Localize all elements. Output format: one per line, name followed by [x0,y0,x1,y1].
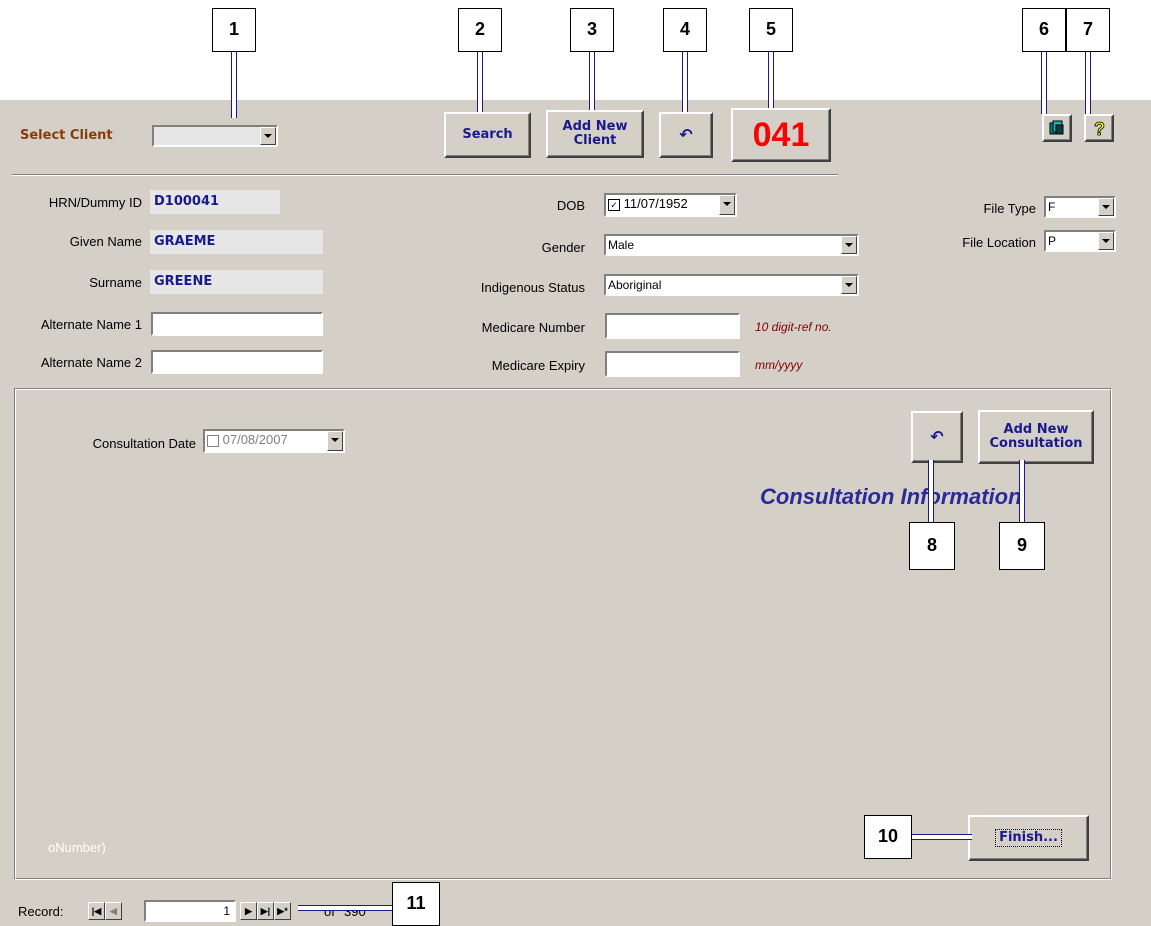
callout-9: 9 [999,522,1045,570]
medicare-number-label: Medicare Number [481,320,585,335]
file-location-value: P [1048,234,1057,248]
finish-button[interactable]: Finish... [968,815,1089,861]
file-location-dropdown[interactable]: P [1044,230,1116,252]
hrn-label: HRN/Dummy ID [48,195,142,210]
last-record-button[interactable]: ▶| [257,902,274,920]
new-record-button[interactable]: ▶* [274,902,291,920]
undo-consultation-button[interactable]: ↶ [911,411,963,463]
help-button[interactable]: ? [1084,114,1114,142]
subform-footer-text: oNumber) [48,840,106,855]
indigenous-status-value: Aboriginal [608,278,662,292]
callout-arrow [768,52,774,114]
given-name-value: GRAEME [150,230,323,254]
callout-1: 1 [212,8,256,52]
chevron-down-icon[interactable] [1098,232,1114,250]
surname-label: Surname [89,275,142,290]
callout-11: 11 [392,882,440,926]
alternate-name-1-label: Alternate Name 1 [40,317,142,332]
record-code-display: 041 [731,108,831,162]
chevron-down-icon[interactable] [260,127,276,145]
alternate-name-2-label: Alternate Name 2 [40,355,142,370]
consultation-section-title: Consultation Information [760,484,1022,509]
callout-5: 5 [749,8,793,52]
callout-arrow [231,52,237,118]
callout-arrow [912,834,972,840]
alternate-name-1-input[interactable] [151,312,323,336]
chevron-down-icon[interactable] [841,276,857,294]
given-name-label: Given Name [69,234,142,249]
callout-arrow [589,52,595,114]
callout-6: 6 [1022,8,1066,52]
callout-arrow [1041,52,1047,114]
surname-value: GREENE [150,270,323,294]
callout-arrow [928,460,934,525]
alternate-name-2-input[interactable] [151,350,323,374]
header-divider [12,174,838,176]
add-new-client-button[interactable]: Add New Client [546,110,644,158]
medicare-expiry-input[interactable] [605,351,740,377]
indigenous-status-label: Indigenous Status [480,280,585,295]
next-record-button[interactable]: ▶ [240,902,257,920]
file-type-value: F [1048,200,1056,214]
first-record-button[interactable]: |◀ [88,902,105,920]
undo-client-button[interactable]: ↶ [659,112,713,158]
chevron-down-icon[interactable] [719,195,735,215]
current-record-input[interactable]: 1 [144,900,236,922]
medicare-expiry-label: Medicare Expiry [491,358,585,373]
file-type-label: File Type [983,201,1036,216]
search-button[interactable]: Search [444,112,531,158]
consultation-date-picker[interactable]: 07/08/2007 [203,429,345,453]
medicare-number-hint: 10 digit-ref no. [755,320,832,334]
database-window-button[interactable] [1042,114,1072,142]
callout-8: 8 [909,522,955,570]
hrn-value: D100041 [150,190,280,214]
callout-4: 4 [663,8,707,52]
file-location-label: File Location [962,235,1036,250]
chevron-down-icon[interactable] [327,431,343,451]
dob-picker[interactable]: ✓ 11/07/1952 [604,193,737,217]
previous-record-button[interactable]: ◀ [105,902,122,920]
chevron-down-icon[interactable] [841,236,857,254]
help-icon: ? [1094,119,1106,138]
gender-value: Male [608,238,635,252]
callout-arrow [1019,460,1025,525]
svg-text:?: ? [1094,119,1105,138]
record-nav-label: Record: [18,904,64,919]
consultation-date-label: Consultation Date [92,436,196,451]
select-client-label: Select Client [20,128,113,143]
chevron-down-icon[interactable] [1098,198,1114,216]
callout-arrow [477,52,483,114]
finish-label: Finish... [995,829,1062,847]
dob-value: 11/07/1952 [623,196,688,211]
consultation-date-value: 07/08/2007 [222,432,288,447]
checkbox-icon[interactable]: ✓ [608,198,620,211]
callout-arrow [1085,52,1091,114]
callout-arrow [298,905,394,911]
callout-7: 7 [1066,8,1110,52]
checkbox-icon[interactable] [207,434,219,447]
file-type-dropdown[interactable]: F [1044,196,1116,218]
medicare-number-input[interactable] [605,313,740,339]
callout-2: 2 [458,8,502,52]
gender-label: Gender [541,240,585,255]
dob-label: DOB [556,198,585,213]
database-icon [1049,120,1064,135]
gender-dropdown[interactable]: Male [604,234,859,256]
add-new-consultation-button[interactable]: Add New Consultation [978,410,1094,464]
callout-10: 10 [864,815,912,859]
select-client-dropdown[interactable] [152,125,278,147]
indigenous-status-dropdown[interactable]: Aboriginal [604,274,859,296]
medicare-expiry-hint: mm/yyyy [755,358,803,372]
callout-3: 3 [570,8,614,52]
